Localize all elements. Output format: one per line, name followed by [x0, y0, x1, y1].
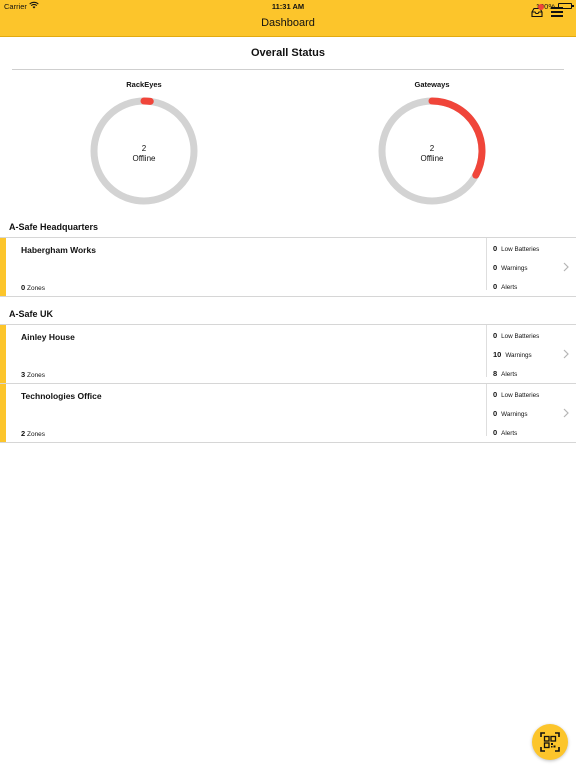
- gateways-offline-state: Offline: [420, 154, 444, 163]
- low-batteries-stat: 0 Low Batteries: [493, 331, 539, 340]
- overall-status-title: Overall Status: [251, 47, 325, 59]
- low-batteries-label: Low Batteries: [501, 392, 540, 399]
- alerts-stat: 0 Alerts: [493, 282, 517, 291]
- warnings-stat: 0 Warnings: [493, 263, 528, 272]
- site-card-habergham-works[interactable]: Habergham Works 0 Zones 0 Low Batteries 0…: [0, 237, 576, 296]
- rackeyes-offline-count: 2: [141, 144, 147, 153]
- site-accent-bar: [0, 384, 6, 442]
- zones-count: 3: [21, 370, 26, 379]
- warnings-stat: 10 Warnings: [493, 350, 532, 359]
- warnings-count: 0: [493, 263, 498, 272]
- qr-scan-button[interactable]: [532, 724, 568, 760]
- status-bar: Carrier 11:31 AM 100%: [0, 0, 576, 12]
- warnings-label: Warnings: [501, 265, 528, 272]
- alerts-stat: 8 Alerts: [493, 369, 517, 378]
- site-card-ainley-house[interactable]: Ainley House 3 Zones 0 Low Batteries 10 Wa…: [0, 324, 576, 383]
- zones-label: Zones: [26, 431, 46, 438]
- site-card-technologies-office[interactable]: Technologies Office 2 Zones 0 Low Batteri…: [0, 383, 576, 442]
- alerts-count: 8: [493, 369, 498, 378]
- low-batteries-label: Low Batteries: [501, 246, 540, 253]
- rackeyes-center: 2 Offline: [84, 144, 204, 164]
- alerts-stat: 0 Alerts: [493, 428, 517, 437]
- warnings-stat: 0 Warnings: [493, 409, 528, 418]
- rackeyes-label: RackEyes: [126, 80, 162, 89]
- alerts-label: Alerts: [501, 430, 518, 437]
- site-zones: 2 Zones: [21, 429, 45, 438]
- site-zones: 0 Zones: [21, 283, 45, 292]
- group-title: A-Safe Headquarters: [9, 222, 99, 232]
- divider: [0, 296, 576, 297]
- gateways-offline-count: 2: [429, 144, 435, 153]
- zones-count: 2: [21, 429, 26, 438]
- chevron-right-icon: [563, 262, 569, 272]
- group-title: A-Safe UK: [9, 309, 54, 319]
- divider: [486, 238, 487, 290]
- chevron-right-icon: [563, 408, 569, 418]
- zones-label: Zones: [26, 372, 46, 379]
- gateways-label: Gateways: [414, 80, 450, 89]
- warnings-label: Warnings: [505, 352, 532, 359]
- chevron-right-icon: [563, 349, 569, 359]
- menu-icon[interactable]: [551, 7, 563, 17]
- low-batteries-stat: 0 Low Batteries: [493, 244, 539, 253]
- alerts-count: 0: [493, 282, 498, 291]
- alerts-label: Alerts: [501, 371, 518, 378]
- clock: 11:31 AM: [271, 2, 305, 11]
- zones-label: Zones: [26, 285, 46, 292]
- divider: [486, 325, 487, 377]
- gateways-center: 2 Offline: [372, 144, 492, 164]
- divider: [0, 442, 576, 443]
- low-batteries-count: 0: [493, 244, 498, 253]
- nav-bar: Dashboard: [0, 12, 576, 37]
- site-accent-bar: [0, 238, 6, 296]
- warnings-count: 0: [493, 409, 498, 418]
- low-batteries-label: Low Batteries: [501, 333, 540, 340]
- low-batteries-count: 0: [493, 390, 498, 399]
- site-name: Habergham Works: [21, 245, 96, 255]
- site-name: Ainley House: [21, 332, 75, 342]
- zones-count: 0: [21, 283, 26, 292]
- rackeyes-offline-state: Offline: [132, 154, 156, 163]
- divider: [486, 384, 487, 436]
- warnings-label: Warnings: [501, 411, 528, 418]
- site-accent-bar: [0, 325, 6, 383]
- low-batteries-stat: 0 Low Batteries: [493, 390, 539, 399]
- page-title: Dashboard: [261, 17, 315, 29]
- low-batteries-count: 0: [493, 331, 498, 340]
- alerts-count: 0: [493, 428, 498, 437]
- site-name: Technologies Office: [21, 391, 102, 401]
- site-zones: 3 Zones: [21, 370, 45, 379]
- qr-scan-icon: [540, 732, 560, 752]
- warnings-count: 10: [493, 350, 502, 359]
- divider: [12, 69, 564, 70]
- alerts-label: Alerts: [501, 284, 518, 291]
- notification-badge: [538, 4, 544, 10]
